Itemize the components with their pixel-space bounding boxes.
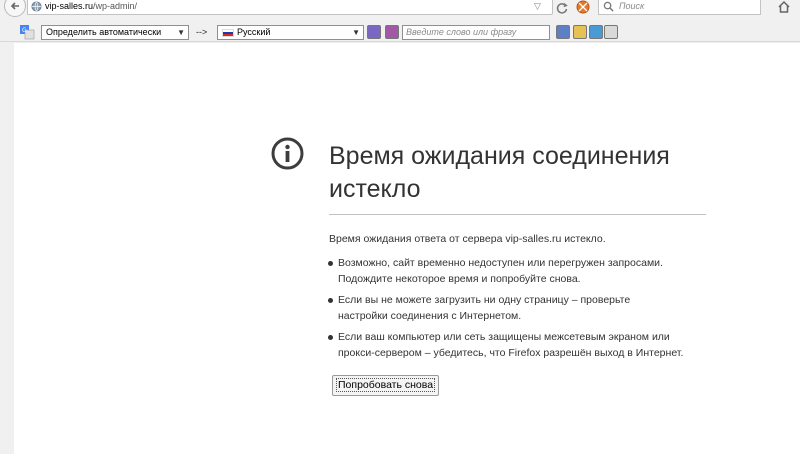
dictionary-icon[interactable] [556, 25, 570, 39]
search-bar[interactable]: Поиск [598, 0, 761, 15]
translate-logo-icon[interactable]: G [19, 24, 35, 40]
url-dropdown-icon[interactable]: ▽ [534, 1, 541, 12]
search-placeholder: Поиск [619, 1, 645, 11]
target-language-value: Русский [237, 27, 271, 37]
info-icon [271, 137, 304, 170]
svg-text:G: G [22, 27, 27, 34]
retry-button-label: Попробовать снова [336, 378, 436, 392]
target-language-select[interactable]: Русский ▼ [217, 25, 364, 40]
search-icon [603, 1, 614, 12]
list-item: Возможно, сайт временно недоступен или п… [325, 255, 683, 287]
translate-page-icon[interactable] [367, 25, 381, 39]
back-button[interactable] [4, 0, 26, 17]
addon-icon[interactable] [576, 0, 590, 14]
list-item: Если вы не можете загрузить ни одну стра… [325, 292, 683, 324]
translate-toolbar: G Определить автоматически ▼ --> Русский… [0, 21, 800, 42]
home-icon[interactable] [777, 0, 791, 14]
chevron-down-icon: ▼ [177, 28, 185, 37]
phrase-input[interactable]: Введите слово или фразу [402, 25, 550, 40]
url-text: vip-salles.ru/wp-admin/ [45, 1, 137, 11]
navigation-bar: vip-salles.ru/wp-admin/ ▽ Поиск [0, 0, 800, 18]
error-description: Время ожидания ответа от сервера vip-sal… [329, 233, 606, 245]
url-path: /wp-admin/ [93, 1, 138, 11]
list-item: Если ваш компьютер или сеть защищены меж… [325, 329, 683, 361]
russia-flag-icon [222, 29, 234, 37]
retry-button[interactable]: Попробовать снова [332, 375, 440, 396]
globe-icon [31, 1, 42, 12]
translate-selection-icon[interactable] [385, 25, 399, 39]
source-language-value: Определить автоматически [46, 27, 162, 37]
settings-icon[interactable] [604, 25, 618, 39]
error-page: Время ожидания соединения истекло Время … [14, 43, 800, 454]
page-title: Время ожидания соединения истекло [329, 142, 670, 203]
title-divider [329, 214, 706, 215]
suggestion-list: Возможно, сайт временно недоступен или п… [325, 255, 683, 366]
translate-options-icon[interactable] [589, 25, 603, 39]
source-language-select[interactable]: Определить автоматически ▼ [41, 25, 189, 40]
reload-icon[interactable] [555, 1, 569, 15]
url-host: vip-salles.ru [45, 1, 94, 11]
address-bar[interactable]: vip-salles.ru/wp-admin/ ▽ [27, 0, 553, 15]
browser-window: vip-salles.ru/wp-admin/ ▽ Поиск G Опреде… [0, 0, 800, 454]
chevron-down-icon: ▼ [352, 28, 360, 37]
notes-icon[interactable] [573, 25, 587, 39]
direction-arrow: --> [196, 27, 208, 37]
back-arrow-icon [10, 2, 19, 10]
